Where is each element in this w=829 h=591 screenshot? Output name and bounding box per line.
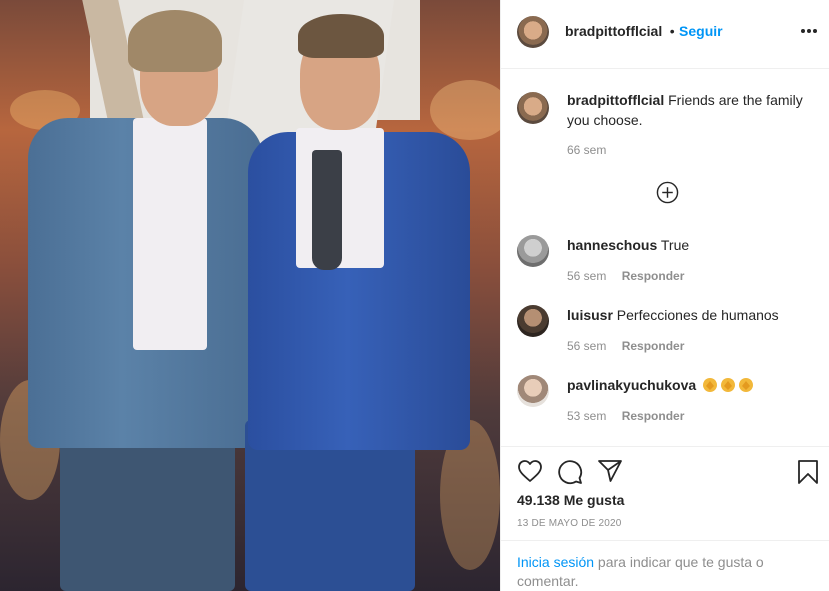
comment-text-block: luisusr Perfecciones de humanos [567, 305, 812, 325]
clapping-hands-icon [721, 378, 736, 392]
comment-username[interactable]: pavlinakyuchukova [567, 377, 696, 393]
post-info-panel: bradpittofflcial • Seguir bradpittofflci… [500, 0, 829, 591]
comment-emoji-group [700, 377, 754, 393]
login-link[interactable]: Inicia sesión [517, 554, 594, 570]
comment-text-block: pavlinakyuchukova [567, 375, 812, 395]
reply-button[interactable]: Responder [622, 339, 685, 353]
comment-time[interactable]: 56 sem [567, 339, 606, 353]
comment-meta: 53 sem Responder [567, 406, 684, 426]
comment-username[interactable]: luisusr [567, 307, 613, 323]
comment-text-block: hanneschous True [567, 235, 812, 255]
caption-text-block: bradpittofflcial Friends are the family … [567, 90, 812, 130]
comment-item: pavlinakyuchukova 53 sem Responder [517, 375, 817, 435]
header-user-line: bradpittofflcial • Seguir [565, 23, 723, 41]
city-lights [430, 80, 500, 140]
comment-meta: 56 sem Responder [567, 336, 684, 356]
likes-count[interactable]: 49.138 Me gusta [517, 492, 624, 508]
like-heart-icon[interactable] [517, 459, 543, 483]
login-prompt: Inicia sesión para indicar que te gusta … [501, 540, 829, 591]
caption-time[interactable]: 66 sem [567, 140, 606, 160]
clapping-hands-icon [703, 378, 718, 392]
share-icon[interactable] [597, 459, 623, 483]
save-bookmark-icon[interactable] [797, 459, 819, 485]
post-date[interactable]: 13 DE MAYO DE 2020 [517, 518, 622, 529]
avatar[interactable] [517, 305, 549, 337]
header-username[interactable]: bradpittofflcial [565, 23, 662, 39]
caption-time-label[interactable]: 66 sem [567, 143, 606, 157]
comment-username[interactable]: hanneschous [567, 237, 657, 253]
comment-text: True [660, 237, 690, 253]
more-options-icon[interactable] [800, 20, 820, 40]
avatar[interactable] [517, 235, 549, 267]
comment-meta: 56 sem Responder [567, 266, 684, 286]
caption-username[interactable]: bradpittofflcial [567, 92, 664, 108]
post-actions-section: 49.138 Me gusta 13 DE MAYO DE 2020 Inici… [501, 446, 829, 591]
add-comments-icon[interactable] [656, 181, 679, 204]
comment-time[interactable]: 53 sem [567, 409, 606, 423]
avatar[interactable] [517, 16, 549, 48]
post-caption: bradpittofflcial Friends are the family … [517, 90, 817, 160]
avatar[interactable] [517, 375, 549, 407]
post-photo[interactable] [0, 0, 500, 591]
header-separator: • [669, 23, 675, 39]
comment-icon[interactable] [557, 459, 583, 485]
comment-item: hanneschous True 56 sem Responder [517, 235, 817, 295]
reply-button[interactable]: Responder [622, 269, 685, 283]
clapping-hands-icon [739, 378, 754, 392]
reply-button[interactable]: Responder [622, 409, 685, 423]
follow-button[interactable]: Seguir [679, 23, 723, 39]
post-header: bradpittofflcial • Seguir [501, 0, 829, 69]
comment-text: Perfecciones de humanos [616, 307, 779, 323]
avatar[interactable] [517, 92, 549, 124]
comment-time[interactable]: 56 sem [567, 269, 606, 283]
comment-item: luisusr Perfecciones de humanos 56 sem R… [517, 305, 817, 365]
